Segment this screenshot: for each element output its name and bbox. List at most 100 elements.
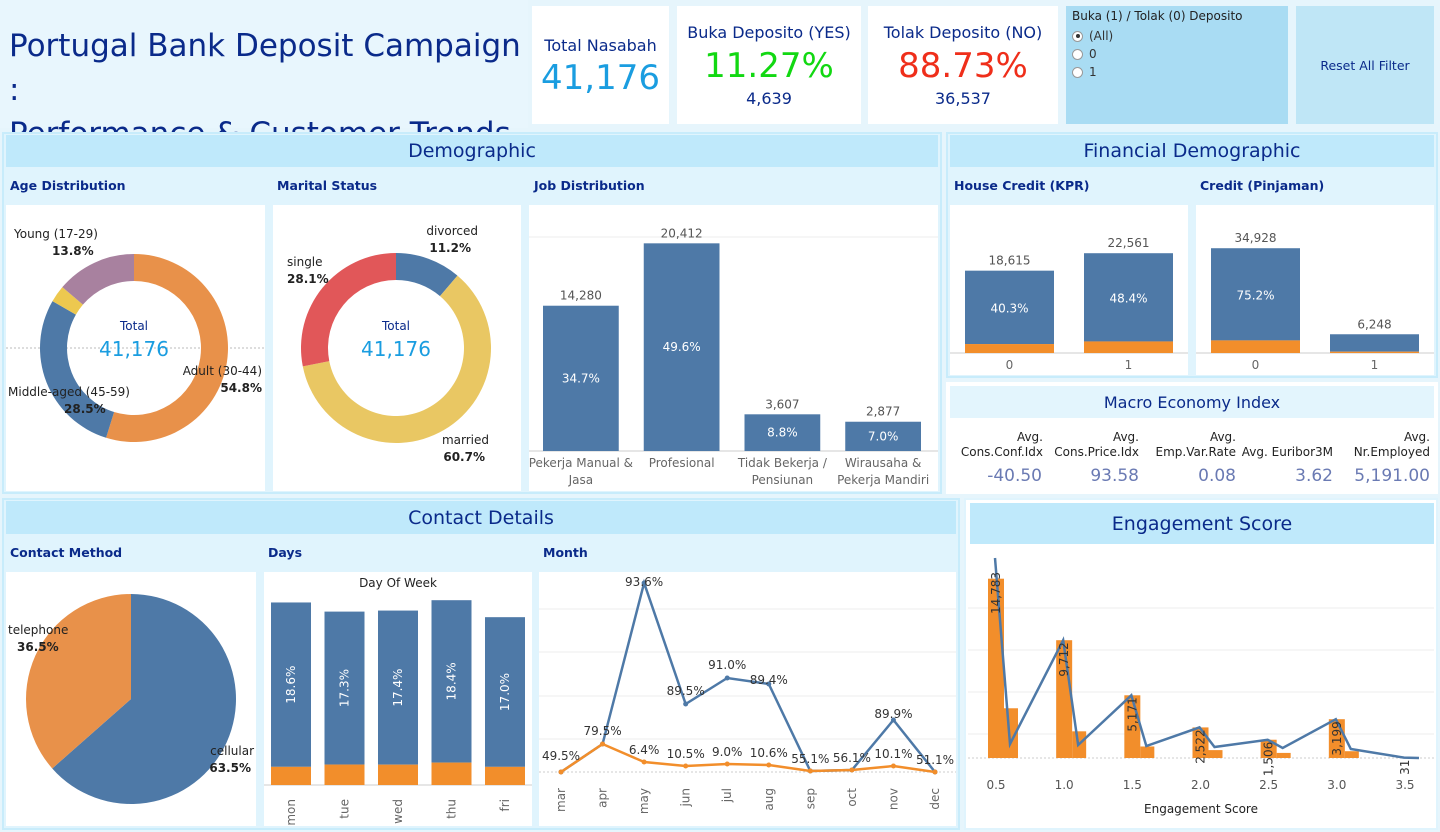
filter-option-0[interactable]: 0 [1072, 47, 1282, 61]
day-category-label: tue [338, 799, 352, 819]
contact-method-title: Contact Method [10, 545, 123, 560]
month-category-label: may [637, 788, 651, 814]
title-card: Portugal Bank Deposit Campaign : Perform… [0, 0, 528, 152]
month-category-label: nov [886, 788, 900, 810]
month-low-label: 9.0% [712, 745, 743, 759]
center-label: Total [119, 319, 148, 333]
macro-header-line: Avg. Euribor3M [1241, 445, 1333, 459]
engagement-bar-minor [1208, 750, 1223, 758]
engagement-chart-card: 14,783 9,712 5,171 2,522 1,506 3,199 31 0.5 1.0 1… [968, 546, 1434, 826]
slice-label: Middle-aged (45-59) [8, 385, 130, 399]
radio-selected-icon [1072, 30, 1083, 42]
job-chart-card: 14,280 34.7% Pekerja Manual & Jasa 20,412 49.… [529, 205, 938, 491]
engagement-x-tick: 2.5 [1259, 778, 1278, 792]
day-pct-label: 17.0% [498, 673, 512, 711]
house-title: House Credit (KPR) [954, 178, 1090, 193]
month-value-label: 51.1% [916, 753, 954, 767]
stack-yes-segment [965, 344, 1054, 353]
macro-header-nr: Avg. Nr.Employed [1336, 430, 1430, 460]
month-value-label: 89.4% [750, 673, 788, 687]
marital-donut-chart: Total 41,176 divorced 11.2% married 60.7% sing… [287, 224, 491, 464]
macro-header-line: Avg. [1112, 430, 1139, 444]
job-bar-chart: 14,280 34.7% Pekerja Manual & Jasa 20,412 49.… [529, 226, 938, 487]
engagement-x-tick: 3.5 [1395, 778, 1414, 792]
month-title: Month [543, 545, 588, 560]
radio-icon [1072, 66, 1083, 78]
stack-yes-segment [1211, 340, 1300, 353]
house-chart-card: 18,615 40.3% 0 22,561 48.4% 1 [950, 205, 1188, 375]
macro-value-nr: 5,191.00 [1354, 466, 1430, 486]
month-point [766, 762, 772, 768]
filter-option-label: 1 [1089, 65, 1097, 79]
month-value-label: 79.5% [583, 724, 621, 738]
month-value-label: 49.5% [542, 749, 580, 763]
day-category-label: thu [445, 799, 459, 819]
contact-pie-chart: cellular 63.5% telephone 36.5% [8, 594, 254, 804]
financial-title: Financial Demographic [950, 135, 1434, 167]
stack-no-segment [1330, 334, 1419, 352]
engagement-x-tick: 0.5 [986, 778, 1005, 792]
slice-pct: 63.5% [209, 761, 251, 775]
month-category-label: sep [803, 788, 817, 809]
engagement-value-label: 14,783 [989, 572, 1003, 614]
macro-header-line: Cons.Price.Idx [1054, 445, 1139, 459]
month-chart-card: 49.5% 79.5% 93.6% 89.5% 91.0% 89.4% 55.1% 56.1%… [539, 572, 956, 826]
macro-value-cci: -40.50 [987, 466, 1042, 486]
kpi-yes-count: 4,639 [746, 89, 792, 108]
day-category-label: fri [498, 799, 512, 812]
engagement-bar-minor [1344, 751, 1359, 758]
day-category-label: wed [391, 799, 405, 824]
kpi-yes-label: Buka Deposito (YES) [687, 23, 851, 42]
engagement-value-label: 5,171 [1125, 697, 1139, 731]
slice-pct: 54.8% [220, 381, 262, 395]
macro-header-emp: Avg. Emp.Var.Rate [1142, 430, 1237, 460]
kpi-yes-card: Buka Deposito (YES) 11.27% 4,639 [677, 6, 861, 124]
age-title: Age Distribution [10, 178, 126, 193]
filter-option-1[interactable]: 1 [1072, 65, 1282, 79]
day-yes-segment [431, 762, 472, 785]
macro-header-line: Avg. [1403, 430, 1430, 444]
day-pct-label: 17.4% [391, 669, 405, 707]
engagement-x-label: Engagement Score [1144, 802, 1258, 816]
slice-1 [40, 301, 115, 438]
engagement-bar-minor [1140, 746, 1155, 758]
bar-total-label: 34,928 [1235, 231, 1277, 245]
month-category-label: apr [596, 788, 610, 808]
bar-category-label: 0 [1252, 358, 1260, 372]
bar-category-label: 1 [1125, 358, 1133, 372]
job-bar-value: 2,877 [866, 405, 900, 419]
filter-option-label: 0 [1089, 47, 1097, 61]
slice-pct: 13.8% [52, 244, 94, 258]
macro-header-cci: Avg. Cons.Conf.Idx [950, 430, 1043, 460]
engagement-value-label: 2,522 [1194, 729, 1208, 763]
month-value-label: 89.5% [667, 684, 705, 698]
filter-option-label: (All) [1089, 29, 1114, 43]
slice-label: telephone [8, 623, 68, 637]
engagement-bar-minor [1276, 752, 1291, 758]
engagement-x-tick: 3.0 [1327, 778, 1346, 792]
contact-chart-card: cellular 63.5% telephone 36.5% [6, 572, 256, 826]
month-point [849, 767, 855, 773]
month-line-chart: 49.5%79.5% 93.6% 89.5%91.0% 89.4% 55.1% 56.1%… [539, 575, 956, 814]
bar-total-label: 18,615 [989, 254, 1031, 268]
bar-total-label: 22,561 [1108, 236, 1150, 250]
engagement-x-tick: 1.0 [1055, 778, 1074, 792]
kpi-no-label: Tolak Deposito (NO) [883, 23, 1043, 42]
kpi-no-count: 36,537 [935, 89, 991, 108]
month-value-label: 93.6% [625, 575, 663, 589]
slice-pct: 28.5% [64, 402, 106, 416]
macro-title: Macro Economy Index [950, 386, 1434, 418]
month-point [932, 769, 938, 775]
slice-label: Young (17-29) [13, 227, 98, 241]
reset-filter-button[interactable]: Reset All Filter [1296, 6, 1434, 124]
month-category-label: oct [845, 788, 859, 807]
bar-total-label: 6,248 [1357, 317, 1391, 331]
credit-bar-chart: 34,928 75.2% 0 6,248 1 [1196, 231, 1434, 372]
credit-title: Credit (Pinjaman) [1200, 178, 1325, 193]
month-category-label: mar [554, 788, 568, 812]
filter-option-all[interactable]: (All) [1072, 29, 1282, 43]
days-chart-card: Day Of Week 18.6% mon 17.3% tue 17.4% wed 18.4%… [264, 572, 532, 826]
job-category-label: Pekerja Manual & [529, 456, 633, 470]
bar-category-label: 1 [1371, 358, 1379, 372]
engagement-value-label: 3,199 [1330, 721, 1344, 755]
